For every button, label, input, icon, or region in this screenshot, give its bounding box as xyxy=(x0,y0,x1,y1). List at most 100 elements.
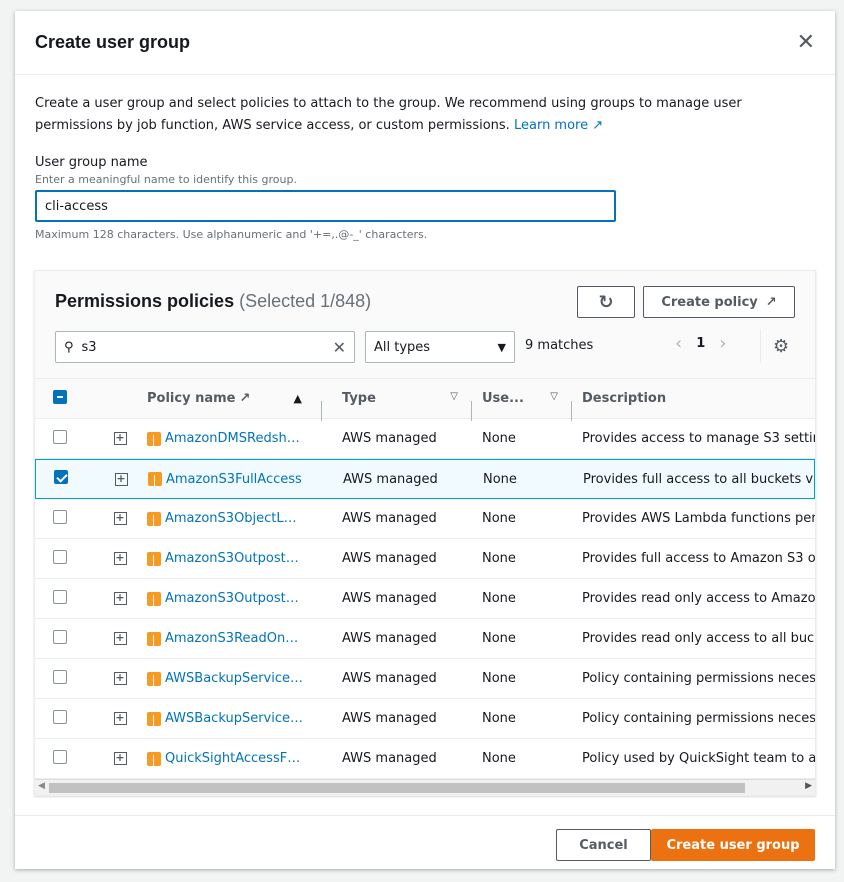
expand-icon[interactable]: + xyxy=(113,632,127,645)
table-row[interactable]: + AmazonDMSRedsh… AWS managed None Provi… xyxy=(35,419,815,459)
intro-copy: Create a user group and select policies … xyxy=(35,96,742,133)
aws-managed-policy-icon xyxy=(147,711,161,726)
column-used-as[interactable]: Use... ▽ xyxy=(472,391,572,421)
checkbox-icon xyxy=(54,470,68,484)
policy-type: AWS managed xyxy=(342,591,437,606)
next-page-icon[interactable]: › xyxy=(719,333,726,354)
type-filter-select[interactable]: All types ▼ xyxy=(365,331,515,363)
policy-used-as: None xyxy=(482,631,516,646)
expand-icon[interactable]: + xyxy=(113,512,127,525)
sort-icon: ▽ xyxy=(550,391,558,402)
table-row[interactable]: + AWSBackupService… AWS managed None Pol… xyxy=(35,659,815,699)
create-policy-label: Create policy xyxy=(661,294,758,310)
pagination: ‹ 1 › xyxy=(675,333,726,354)
select-all-checkbox[interactable] xyxy=(35,389,93,408)
row-checkbox[interactable] xyxy=(35,589,93,608)
row-checkbox[interactable] xyxy=(35,629,93,648)
search-icon: ⚲ xyxy=(64,339,74,355)
expand-icon[interactable]: + xyxy=(113,672,127,685)
search-value: s3 xyxy=(81,339,97,355)
row-checkbox[interactable] xyxy=(36,470,94,488)
checkbox-icon xyxy=(53,709,67,724)
external-link-icon: ↗ xyxy=(592,118,604,133)
table-row[interactable]: + AWSBackupService… AWS managed None Pol… xyxy=(35,699,815,739)
policy-search-input[interactable]: ⚲ s3 ✕ xyxy=(55,331,355,363)
row-checkbox[interactable] xyxy=(35,429,93,448)
create-policy-button[interactable]: Create policy ↗ xyxy=(643,286,795,318)
policy-type: AWS managed xyxy=(342,551,437,566)
policy-used-as: None xyxy=(482,751,516,766)
policy-name-link[interactable]: AmazonS3Outpost… xyxy=(165,591,299,606)
checkbox-icon xyxy=(53,629,67,644)
column-policy-name[interactable]: Policy name ↗ ▲ xyxy=(147,391,322,421)
close-icon[interactable]: ✕ xyxy=(797,31,815,54)
policy-type: AWS managed xyxy=(343,471,438,487)
policy-name-link[interactable]: AWSBackupService… xyxy=(165,671,303,686)
row-checkbox[interactable] xyxy=(35,549,93,568)
table-row[interactable]: + AmazonS3Outpost… AWS managed None Prov… xyxy=(35,539,815,579)
checkbox-icon xyxy=(53,749,67,764)
checkbox-icon xyxy=(53,669,67,684)
external-link-icon: ↗ xyxy=(765,294,777,310)
refresh-button[interactable]: ↻ xyxy=(577,286,635,318)
aws-managed-policy-icon xyxy=(147,431,161,446)
policy-used-as: None xyxy=(483,471,517,487)
policy-name-link[interactable]: AmazonDMSRedsh… xyxy=(165,431,300,446)
prev-page-icon[interactable]: ‹ xyxy=(675,333,682,354)
checkbox-icon xyxy=(53,589,67,604)
policy-used-as: None xyxy=(482,591,516,606)
table-row[interactable]: + AmazonS3Outpost… AWS managed None Prov… xyxy=(35,579,815,619)
gear-icon[interactable]: ⚙ xyxy=(760,329,789,363)
modal-title: Create user group xyxy=(35,32,191,52)
clear-icon[interactable]: ✕ xyxy=(333,338,346,357)
policy-name-link[interactable]: AmazonS3Outpost… xyxy=(165,551,299,566)
aws-managed-policy-icon xyxy=(147,751,161,766)
expand-icon[interactable]: + xyxy=(113,552,127,565)
scroll-right-icon[interactable]: ▶ xyxy=(805,781,812,791)
policy-description: Policy used by QuickSight team to access xyxy=(582,751,815,766)
current-page[interactable]: 1 xyxy=(696,336,705,351)
policy-name-link[interactable]: AmazonS3ObjectL… xyxy=(165,511,297,526)
policy-used-as: None xyxy=(482,431,516,446)
row-checkbox[interactable] xyxy=(35,709,93,728)
policy-type: AWS managed xyxy=(342,671,437,686)
table-row[interactable]: + AmazonS3ObjectL… AWS managed None Prov… xyxy=(35,499,815,539)
row-checkbox[interactable] xyxy=(35,749,93,768)
expand-icon[interactable]: + xyxy=(114,472,128,486)
scrollbar-thumb[interactable] xyxy=(49,783,745,793)
checkbox-icon xyxy=(53,549,67,564)
sort-icon: ▽ xyxy=(450,391,458,402)
create-user-group-modal: Create user group ✕ Create a user group … xyxy=(15,11,835,869)
expand-icon[interactable]: + xyxy=(113,592,127,605)
policy-name-link[interactable]: AWSBackupService… xyxy=(165,711,303,726)
group-name-label: User group name xyxy=(35,155,148,170)
expand-icon[interactable]: + xyxy=(113,432,127,445)
row-checkbox[interactable] xyxy=(35,669,93,688)
aws-managed-policy-icon xyxy=(148,472,162,486)
table-row[interactable]: + AmazonS3FullAccess AWS managed None Pr… xyxy=(35,459,815,499)
policy-description: Policy containing permissions necessary xyxy=(582,671,815,686)
group-name-input[interactable]: cli-access xyxy=(35,190,616,222)
table-header: Policy name ↗ ▲ Type ▽ Use... ▽ Description xyxy=(35,379,815,421)
expand-icon[interactable]: + xyxy=(113,712,127,725)
column-description: Description xyxy=(582,391,667,406)
create-user-group-button[interactable]: Create user group xyxy=(651,829,815,861)
policy-description: Provides read only access to all buckets xyxy=(582,631,815,646)
column-type[interactable]: Type ▽ xyxy=(322,391,472,421)
horizontal-scrollbar[interactable]: ◀ ▶ xyxy=(35,779,815,795)
type-filter-value: All types xyxy=(374,339,431,355)
learn-more-link[interactable]: Learn more ↗ xyxy=(514,118,603,133)
scroll-left-icon[interactable]: ◀ xyxy=(38,781,45,791)
policy-name-link[interactable]: AmazonS3FullAccess xyxy=(166,472,302,487)
aws-managed-policy-icon xyxy=(147,671,161,686)
row-checkbox[interactable] xyxy=(35,509,93,528)
policy-name-link[interactable]: QuickSightAccessF… xyxy=(165,751,300,766)
table-row[interactable]: + AmazonS3ReadOn… AWS managed None Provi… xyxy=(35,619,815,659)
table-row[interactable]: + QuickSightAccessF… AWS managed None Po… xyxy=(35,739,815,779)
policy-used-as: None xyxy=(482,511,516,526)
expand-icon[interactable]: + xyxy=(113,752,127,765)
cancel-button[interactable]: Cancel xyxy=(556,829,651,861)
learn-more-label: Learn more xyxy=(513,118,589,133)
modal-header: Create user group ✕ xyxy=(15,11,835,75)
policy-name-link[interactable]: AmazonS3ReadOn… xyxy=(165,631,298,646)
